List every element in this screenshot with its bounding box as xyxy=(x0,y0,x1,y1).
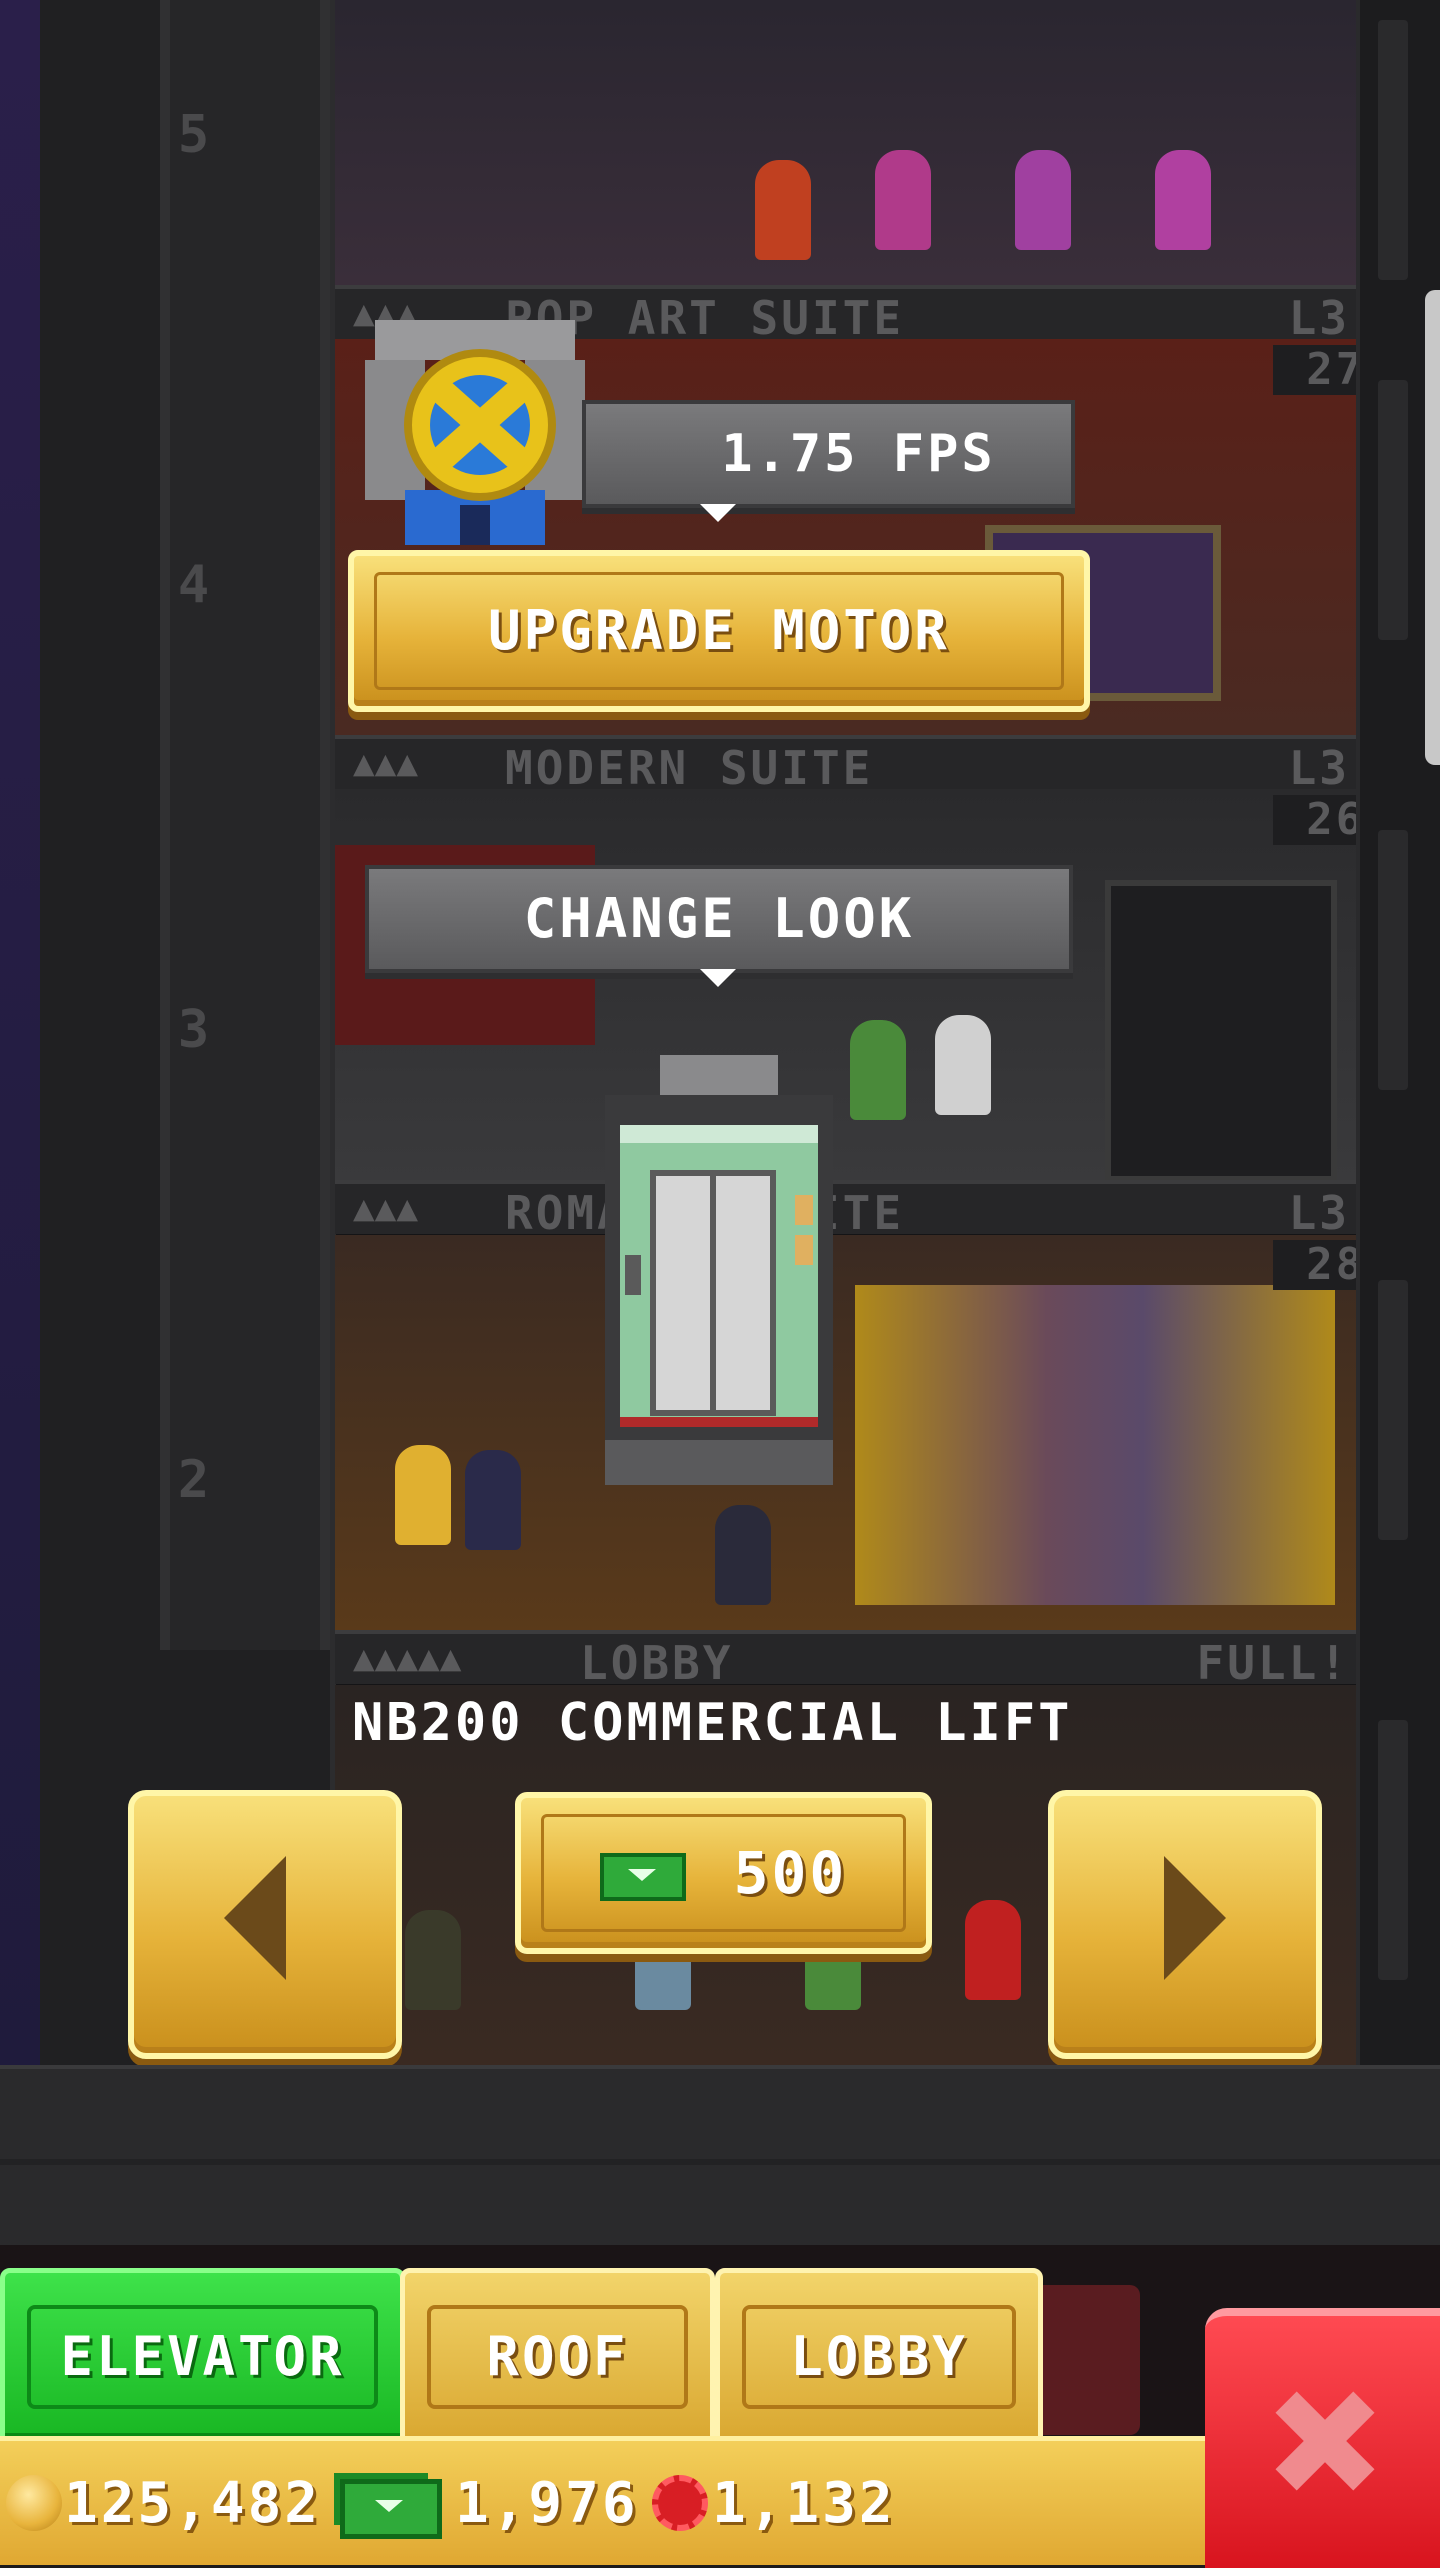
coins-count: 125,482 xyxy=(64,2471,322,2536)
floor-room-5 xyxy=(335,0,1360,285)
next-elevator-button[interactable] xyxy=(1048,1790,1322,2059)
floor-level: L3 xyxy=(1288,1186,1350,1240)
floor-level: L3 xyxy=(1288,741,1350,795)
guest-character xyxy=(395,1445,451,1545)
tower-view[interactable]: 5 4 3 2 ▲▲▲ POP ART SUITE L3 27M ▲▲▲ MOD… xyxy=(0,0,1440,2065)
floor-number-2: 2 xyxy=(177,1450,213,1510)
change-look-button[interactable]: CHANGE LOOK xyxy=(365,865,1073,973)
floor-number-3: 3 xyxy=(177,1000,213,1060)
floor-room-2 xyxy=(335,1235,1360,1635)
floor-status: FULL! xyxy=(1196,1636,1350,1690)
motor-speed-text: 1.75 FPS xyxy=(721,424,996,484)
guest-character xyxy=(1155,150,1211,250)
guest-character xyxy=(965,1900,1021,2000)
tab-elevator[interactable]: ELEVATOR xyxy=(0,2268,405,2446)
room-shelf xyxy=(1105,880,1337,1182)
guest-character xyxy=(850,1020,906,1120)
arrow-left-icon xyxy=(224,1856,286,1980)
motor-speed-label: 1.75 FPS xyxy=(582,400,1075,508)
guest-character xyxy=(755,160,811,260)
guest-character xyxy=(405,1910,461,2010)
currency-bar: 125,482 1,976 1,132 xyxy=(0,2436,1205,2565)
motor-fan-icon xyxy=(365,320,585,545)
floor-name: MODERN SUITE xyxy=(505,741,874,795)
bux-count: 1,976 xyxy=(455,2471,639,2536)
close-button[interactable] xyxy=(1205,2308,1440,2568)
panel-slot xyxy=(1378,380,1408,640)
floor-number-5: 5 xyxy=(177,105,213,165)
floor-bar-lobby: ▲▲▲▲▲ LOBBY FULL! xyxy=(335,1630,1360,1690)
button-inner-border xyxy=(541,1814,906,1932)
bux-icon xyxy=(340,2479,442,2539)
chip-icon xyxy=(652,2475,708,2531)
upgrade-motor-label: UPGRADE MOTOR xyxy=(488,599,950,662)
chips-count: 1,132 xyxy=(712,2471,896,2536)
guest-character xyxy=(935,1015,991,1115)
panel-slot xyxy=(1378,20,1408,280)
floor-level: L3 xyxy=(1288,291,1350,345)
tab-roof[interactable]: ROOF xyxy=(400,2268,715,2446)
panel-slot xyxy=(1378,830,1408,1090)
elevator-model-name: NB200 COMMERCIAL LIFT xyxy=(352,1693,1073,1753)
buy-elevator-button[interactable]: 500 xyxy=(515,1792,932,1954)
occupancy-indicator: ▲▲▲ xyxy=(353,743,419,784)
tab-lobby[interactable]: LOBBY xyxy=(715,2268,1043,2446)
guest-character xyxy=(875,150,931,250)
ground-area xyxy=(0,2065,1440,2249)
floor-bar-romance-suite: ▲▲▲ ROMANCE SUITE L3 xyxy=(335,1180,1360,1240)
divider xyxy=(0,2159,1440,2165)
guest-character xyxy=(1015,150,1071,250)
occupancy-indicator: ▲▲▲ xyxy=(353,1188,419,1229)
floor-room-3 xyxy=(335,785,1360,1185)
floor-number-4: 4 xyxy=(177,555,213,615)
occupancy-indicator: ▲▲▲▲▲ xyxy=(353,1638,462,1679)
bubble-pointer xyxy=(700,969,736,987)
tab-roof-label: ROOF xyxy=(486,2325,629,2388)
panel-slot xyxy=(1378,1720,1408,1980)
coin-icon xyxy=(6,2475,62,2531)
room-curtains xyxy=(855,1285,1335,1605)
tab-lobby-label: LOBBY xyxy=(790,2325,968,2388)
guest-character xyxy=(465,1450,521,1550)
upgrade-motor-button[interactable]: UPGRADE MOTOR xyxy=(348,550,1090,712)
shaft-rail xyxy=(160,0,330,1650)
tab-elevator-label: ELEVATOR xyxy=(60,2325,345,2388)
change-look-label: CHANGE LOOK xyxy=(523,887,915,950)
scrollbar-thumb[interactable] xyxy=(1425,290,1440,765)
bux-icon xyxy=(599,1852,686,1901)
elevator-price: 500 xyxy=(733,1839,848,1907)
arrow-right-icon xyxy=(1164,1856,1226,1980)
elevator-car[interactable] xyxy=(605,1055,833,1485)
panel-slot xyxy=(1378,1280,1408,1540)
guest-character xyxy=(715,1505,771,1605)
floor-name: LOBBY xyxy=(580,1636,734,1690)
previous-elevator-button[interactable] xyxy=(128,1790,402,2059)
bubble-pointer xyxy=(700,504,736,522)
floor-bar-modern-suite: ▲▲▲ MODERN SUITE L3 xyxy=(335,735,1360,795)
night-sky xyxy=(0,0,40,2065)
